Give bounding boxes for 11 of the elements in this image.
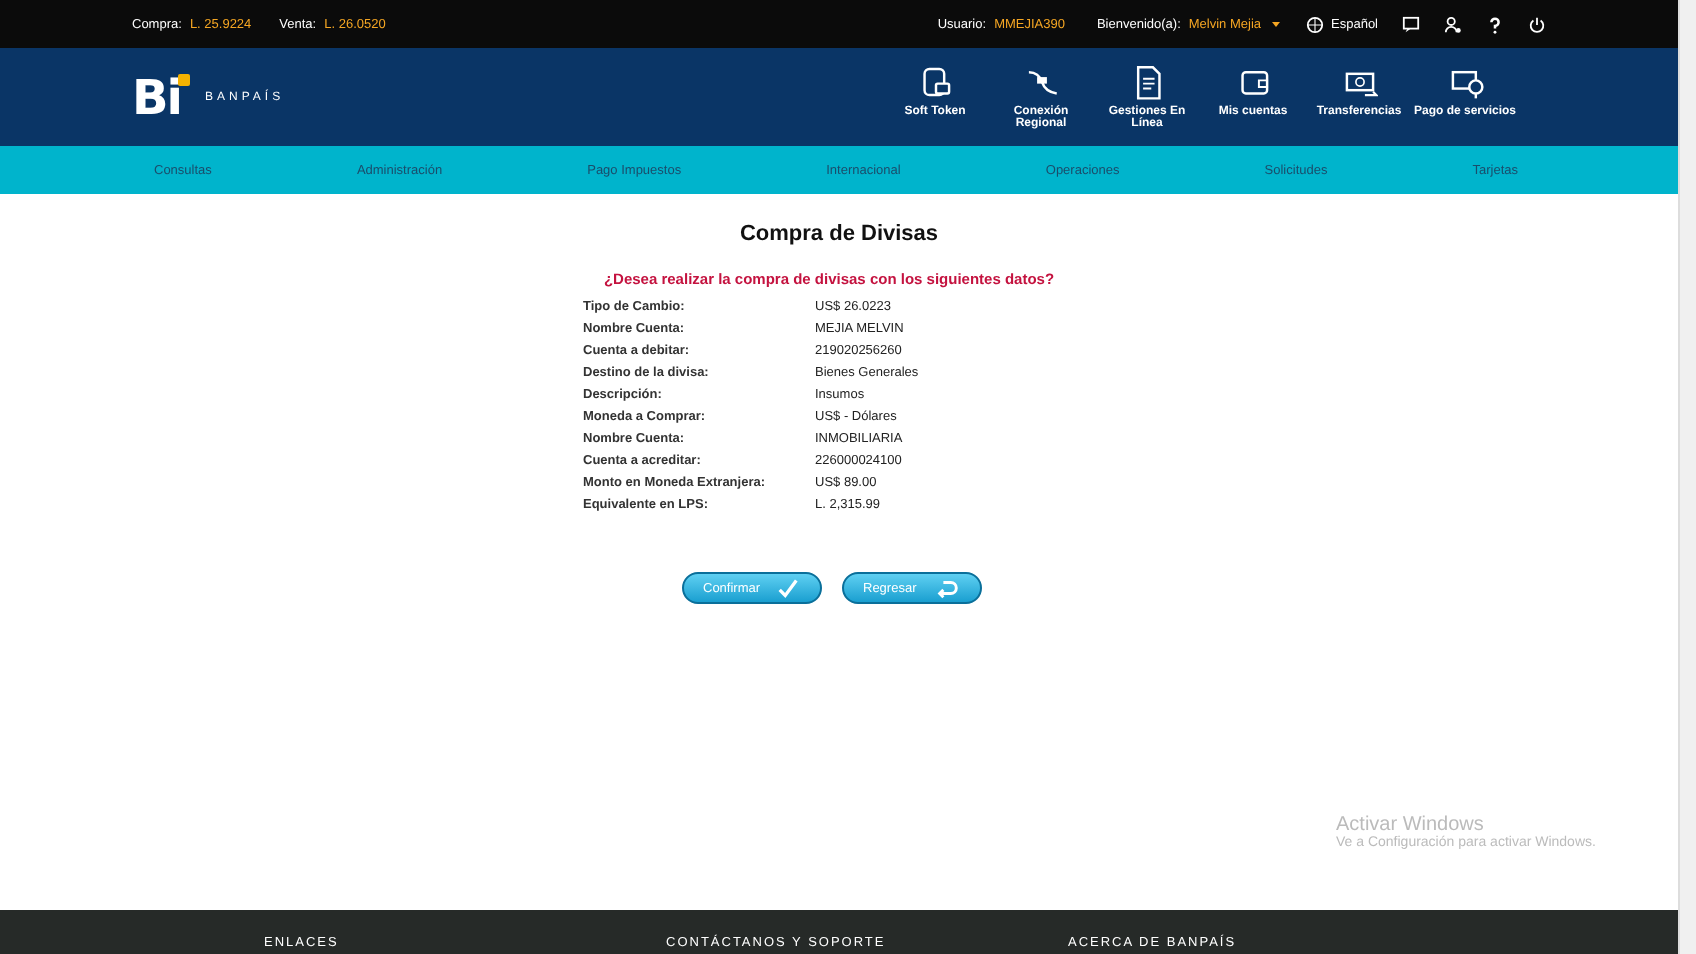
phone-icon (917, 64, 954, 100)
user-settings-icon[interactable] (1444, 15, 1463, 33)
return-arrow-icon (935, 576, 959, 600)
checkmark-icon (775, 576, 799, 600)
message-icon[interactable] (1402, 15, 1421, 33)
caret-icon[interactable] (1269, 18, 1282, 30)
globe-icon[interactable] (1305, 15, 1324, 33)
power-icon[interactable] (1528, 15, 1547, 33)
page-title: Compra de Divisas (739, 222, 939, 246)
help-icon[interactable] (1486, 15, 1505, 33)
activation-notice-title: Activar Windows (1336, 814, 1486, 836)
